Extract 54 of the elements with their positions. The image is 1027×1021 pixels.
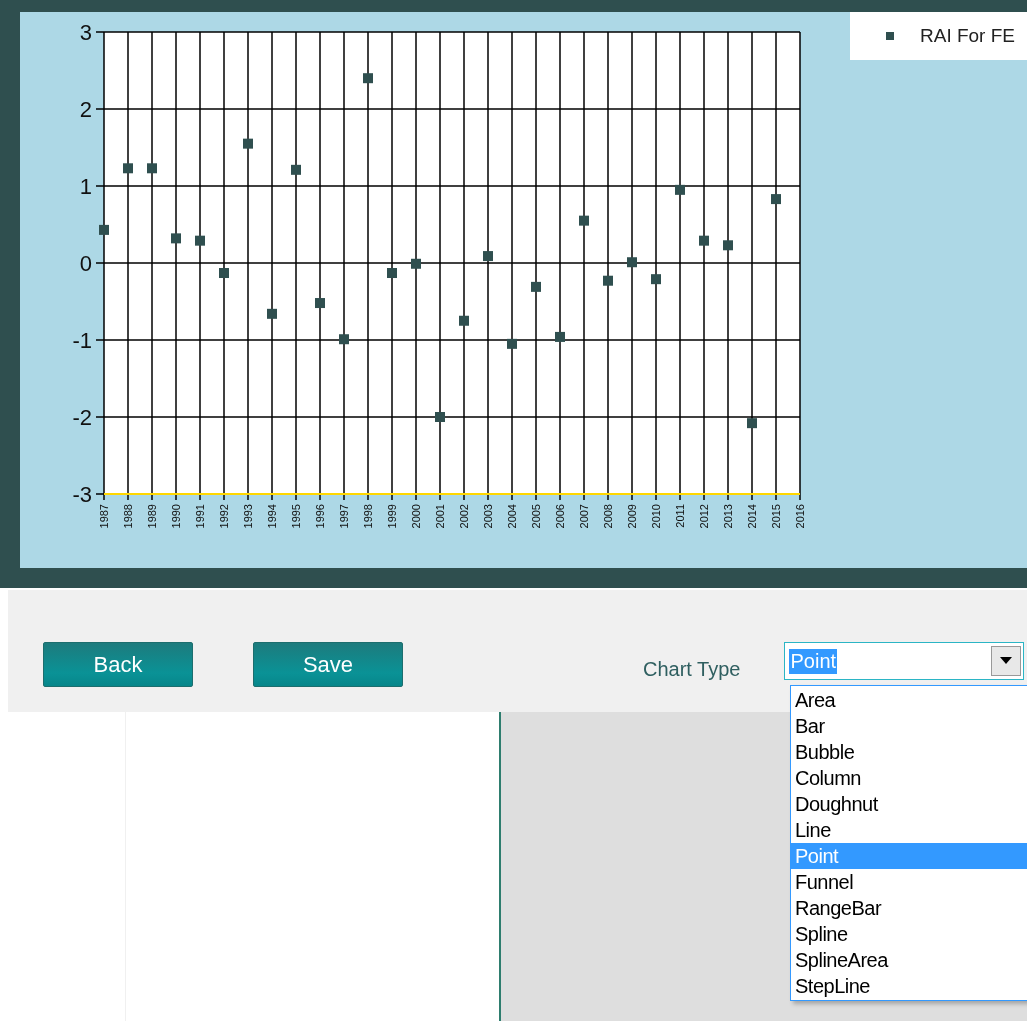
dropdown-option[interactable]: Bar [791, 713, 1027, 739]
dropdown-option[interactable]: Spline [791, 921, 1027, 947]
y-tick-label: 3 [79, 20, 92, 45]
x-tick-label: 2007 [578, 504, 590, 529]
dropdown-option[interactable]: Doughnut [791, 791, 1027, 817]
y-tick-label: -1 [72, 328, 92, 353]
dropdown-option[interactable]: RangeBar [791, 895, 1027, 921]
dropdown-option[interactable]: Line [791, 817, 1027, 843]
x-tick-label: 1995 [290, 504, 302, 529]
x-tick-label: 2009 [626, 504, 638, 529]
x-tick-label: 2014 [746, 504, 758, 529]
x-tick-label: 1989 [146, 504, 158, 529]
x-tick-label: 1997 [338, 504, 350, 529]
legend-label: RAI For FE [920, 25, 1015, 47]
y-tick-label: 2 [79, 97, 92, 122]
dropdown-option[interactable]: StepLine [791, 973, 1027, 999]
x-tick-label: 2002 [458, 504, 470, 529]
dropdown-option[interactable]: SplineArea [791, 947, 1027, 973]
x-tick-label: 2008 [602, 504, 614, 529]
x-tick-label: 1993 [242, 504, 254, 529]
x-tick-label: 2010 [650, 504, 662, 529]
x-tick-label: 2012 [698, 504, 710, 529]
action-button[interactable]: Save [253, 642, 403, 687]
x-tick-label: 2013 [722, 504, 734, 529]
dropdown-value: Point [789, 648, 838, 674]
legend-marker-icon [886, 32, 894, 40]
x-tick-label: 1990 [170, 504, 182, 529]
x-tick-label: 1991 [194, 504, 206, 529]
action-button[interactable]: Back [43, 642, 193, 687]
dropdown-option[interactable]: Bubble [791, 739, 1027, 765]
x-tick-label: 2000 [410, 504, 422, 529]
dropdown-option[interactable]: Funnel [791, 869, 1027, 895]
y-tick-label: 1 [79, 174, 92, 199]
x-tick-label: 1992 [218, 504, 230, 529]
dropdown-option[interactable]: Column [791, 765, 1027, 791]
x-tick-label: 1988 [122, 504, 134, 529]
x-tick-label: 1987 [98, 504, 110, 529]
x-tick-label: 2006 [554, 504, 566, 529]
x-tick-label: 1996 [314, 504, 326, 529]
x-tick-label: 1998 [362, 504, 374, 529]
y-tick-label: -3 [72, 482, 92, 507]
x-tick-label: 1999 [386, 504, 398, 529]
x-tick-label: 2001 [434, 504, 446, 529]
x-tick-label: 2004 [506, 504, 518, 529]
x-tick-label: 1994 [266, 504, 278, 529]
x-tick-label: 2003 [482, 504, 494, 529]
x-tick-label: 2011 [674, 504, 686, 528]
y-tick-label: 0 [79, 251, 92, 276]
y-tick-label: -2 [72, 405, 92, 430]
x-tick-label: 2015 [770, 504, 782, 529]
chart-type-label: Chart Type [643, 658, 741, 681]
x-tick-label: 2016 [794, 504, 806, 529]
x-tick-label: 2005 [530, 504, 542, 529]
dropdown-option[interactable]: Area [791, 687, 1027, 713]
